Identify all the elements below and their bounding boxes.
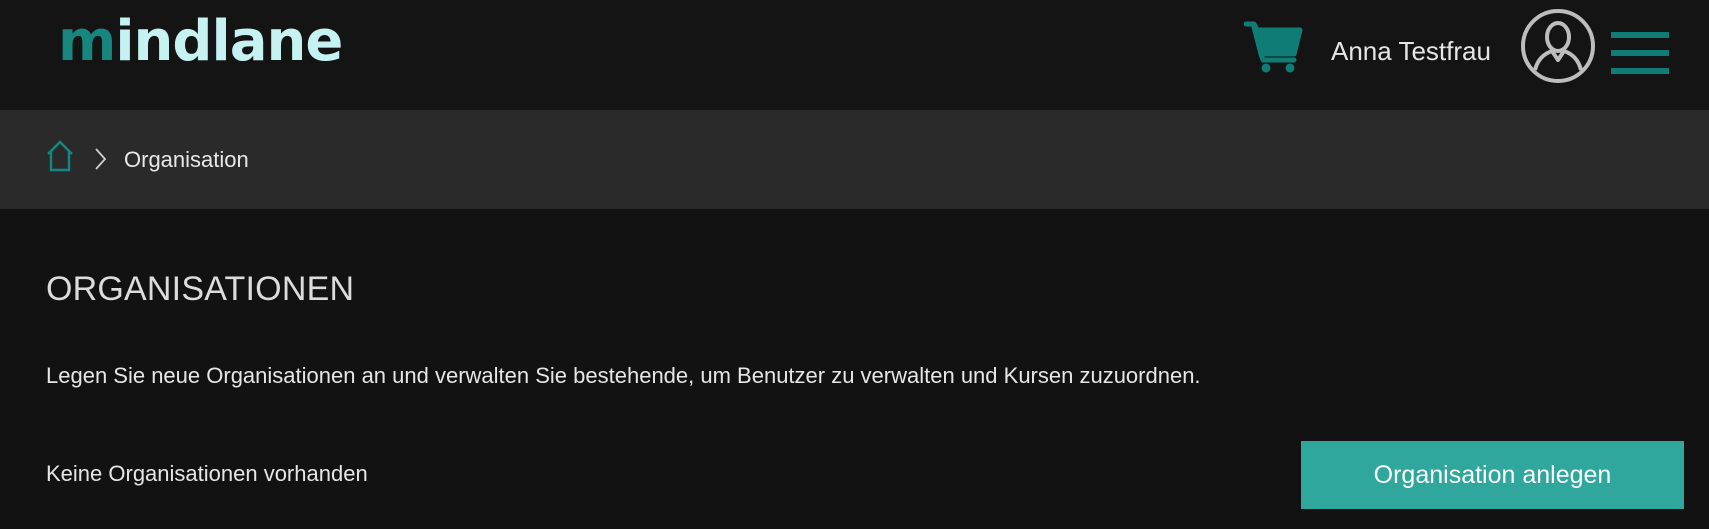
chevron-right-icon bbox=[94, 147, 108, 171]
user-avatar-icon[interactable] bbox=[1520, 8, 1596, 84]
user-name[interactable]: Anna Testfrau bbox=[1331, 34, 1491, 68]
page-title: ORGANISATIONEN bbox=[46, 270, 355, 308]
mindlane-logo[interactable]: mindlane bbox=[58, 6, 343, 78]
shopping-cart-icon[interactable] bbox=[1243, 20, 1304, 74]
create-organisation-button[interactable]: Organisation anlegen bbox=[1301, 441, 1684, 509]
logo-text: indlane bbox=[115, 9, 343, 74]
page-description: Legen Sie neue Organisationen an und ver… bbox=[46, 363, 1201, 388]
top-header: mindlane Anna Testfrau bbox=[0, 0, 1709, 110]
logo-letter-m: m bbox=[58, 9, 116, 74]
breadcrumb: Organisation bbox=[0, 110, 1709, 209]
main-content: ORGANISATIONEN Legen Sie neue Organisati… bbox=[0, 209, 1709, 529]
empty-state-message: Keine Organisationen vorhanden bbox=[46, 461, 368, 486]
breadcrumb-current: Organisation bbox=[124, 147, 249, 172]
home-icon[interactable] bbox=[46, 140, 74, 172]
hamburger-menu-icon[interactable] bbox=[1611, 32, 1669, 74]
